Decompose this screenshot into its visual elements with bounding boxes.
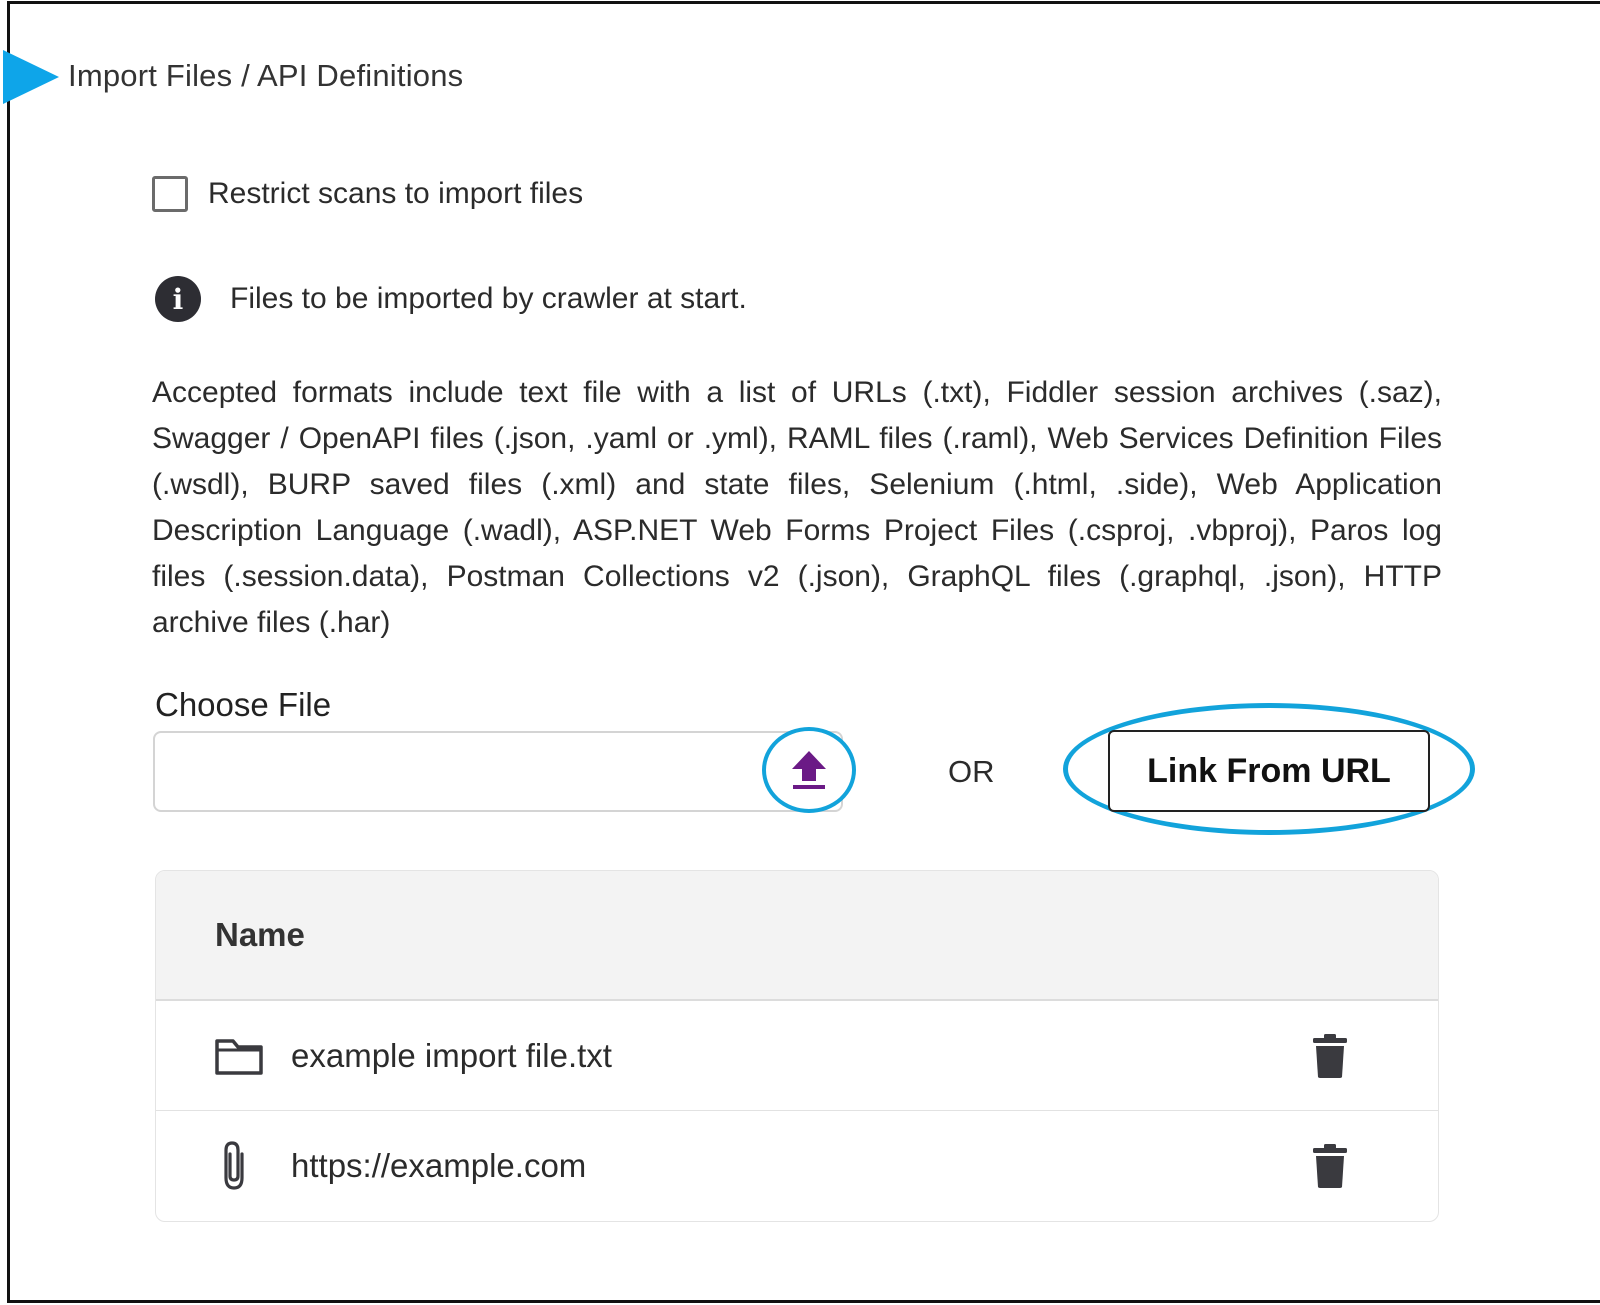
restrict-scans-checkbox[interactable] <box>152 176 188 212</box>
table-header: Name <box>156 871 1438 1001</box>
paperclip-icon <box>218 1140 252 1192</box>
column-header-name: Name <box>215 916 305 953</box>
restrict-scans-label: Restrict scans to import files <box>208 177 584 210</box>
upload-button[interactable] <box>762 727 856 813</box>
settings-panel: Import Files / API Definitions Restrict … <box>3 1 1600 1303</box>
table-row: example import file.txt <box>156 1001 1438 1111</box>
link-from-url-button[interactable]: Link From URL <box>1108 730 1430 812</box>
or-separator: OR <box>948 754 995 789</box>
table-row: https://example.com <box>156 1111 1438 1221</box>
info-text: Files to be imported by crawler at start… <box>230 282 747 315</box>
restrict-scans-option[interactable]: Restrict scans to import files <box>152 176 583 212</box>
trash-icon[interactable] <box>1312 1033 1348 1079</box>
section-title: Import Files / API Definitions <box>68 58 464 93</box>
accepted-formats-text: Accepted formats include text file with … <box>152 376 1442 639</box>
file-name: https://example.com <box>291 1147 587 1184</box>
section-marker-arrow <box>3 50 59 104</box>
file-path-input[interactable] <box>153 731 843 812</box>
folder-icon <box>214 1036 264 1076</box>
choose-file-label: Choose File <box>155 686 332 723</box>
info-icon: i <box>155 276 201 322</box>
info-note: i Files to be imported by crawler at sta… <box>155 276 747 322</box>
import-files-table: Name example import file.txt https://exa… <box>155 870 1439 1222</box>
upload-icon <box>792 751 826 789</box>
trash-icon[interactable] <box>1312 1143 1348 1189</box>
file-name: example import file.txt <box>291 1036 612 1074</box>
